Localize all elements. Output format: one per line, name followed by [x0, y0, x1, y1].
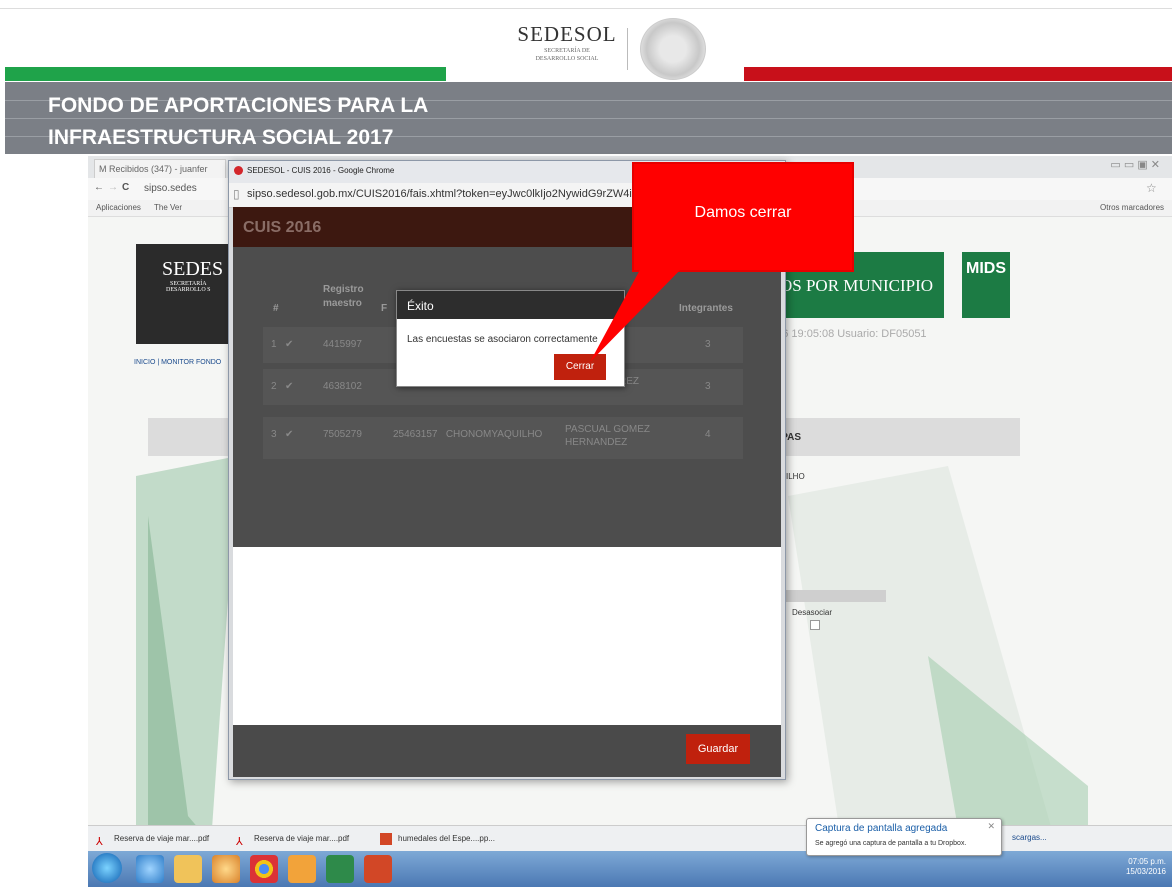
media-player-icon[interactable] — [212, 855, 240, 883]
desasociar-checkbox[interactable] — [810, 620, 820, 630]
mids-text: MIDS — [966, 260, 1006, 277]
row-registro: 7505279 — [323, 429, 362, 440]
background-url[interactable]: sipso.sedes — [144, 183, 197, 194]
row-integrantes: 3 — [705, 339, 711, 350]
bookmark-the-ver[interactable]: The Ver — [154, 203, 182, 212]
bg-logo-sub2: DESARROLLO S — [166, 287, 211, 293]
save-button[interactable]: Guardar — [686, 734, 750, 764]
bg-banner-text: OS POR MUNICIPIO — [780, 276, 934, 295]
row-registro: 4415997 — [323, 339, 362, 350]
logo-subtitle-2: DESARROLLO SOCIAL — [535, 56, 599, 62]
forward-icon[interactable]: → — [108, 182, 118, 193]
row-nombre: PASCUAL GOMEZ HERNANDEZ — [565, 424, 651, 448]
explorer-icon[interactable] — [174, 855, 202, 883]
star-icon[interactable]: ☆ — [1146, 181, 1157, 195]
download-item[interactable]: ⅄ Reserva de viaje mar....pdf — [92, 830, 246, 848]
col-header-number: # — [273, 303, 279, 314]
row-number: 3 — [271, 429, 277, 440]
bg-logo-title: SEDES — [162, 258, 224, 280]
dropbox-notification[interactable]: Captura de pantalla agregada ✕ Se agregó… — [806, 818, 1002, 856]
page-icon: ▯ — [233, 187, 240, 201]
top-divider — [0, 8, 1172, 9]
green-stripe — [5, 67, 446, 81]
pdf-icon: ⅄ — [96, 836, 103, 848]
background-sedesol-logo: SEDES SECRETARÍA DESARROLLO S — [136, 244, 232, 344]
slide-title: FONDO DE APORTACIONES PARA LA INFRAESTRU… — [48, 94, 429, 149]
chrome-icon[interactable] — [250, 855, 278, 883]
col-header-registro: Registro maestro — [323, 284, 364, 309]
close-icon[interactable]: ✕ — [987, 821, 995, 832]
outlook-icon[interactable] — [288, 855, 316, 883]
clock-date: 15/03/2016 — [1125, 867, 1166, 876]
row-integrantes: 3 — [705, 381, 711, 392]
row-checkbox-icon[interactable]: ✔ — [285, 381, 293, 392]
powerpoint-taskbar-icon[interactable] — [364, 855, 392, 883]
download-item[interactable]: humedales del Espe....pp... — [376, 830, 528, 848]
window-title: SEDESOL - CUIS 2016 - Google Chrome — [247, 166, 395, 175]
bookmark-other[interactable]: Otros marcadores — [1100, 203, 1164, 212]
red-stripe — [744, 67, 1172, 81]
download-label: Reserva de viaje mar....pdf — [254, 834, 350, 843]
row-registro: 4638102 — [323, 381, 362, 392]
callout-text: Damos cerrar — [694, 204, 792, 221]
download-label: humedales del Espe....pp... — [398, 834, 495, 843]
download-label: Reserva de viaje mar....pdf — [114, 834, 210, 843]
table-row[interactable]: 3 ✔ 7505279 25463157 CHONOMYAQUILHO PASC… — [263, 417, 743, 459]
bookmark-apps[interactable]: Aplicaciones — [96, 203, 141, 212]
logo-separator — [627, 28, 628, 70]
row-integrantes: 4 — [705, 429, 711, 440]
annotation-callout: Damos cerrar — [632, 162, 854, 272]
clock-time: 07:05 p.m. — [1128, 857, 1166, 866]
pdf-icon: ⅄ — [236, 836, 243, 848]
background-header-cell — [778, 590, 886, 602]
download-item[interactable]: ⅄ Reserva de viaje mar....pdf — [232, 830, 386, 848]
national-seal-icon — [640, 18, 706, 80]
ie-icon[interactable] — [136, 855, 164, 883]
desasociar-label: Desasociar — [792, 608, 833, 617]
downloads-bar: ⅄ Reserva de viaje mar....pdf ⅄ Reserva … — [88, 825, 1172, 852]
dialog-title: Éxito — [407, 299, 434, 313]
reload-icon[interactable]: C — [122, 182, 129, 193]
mids-logo: MIDS — [962, 252, 1010, 318]
row-checkbox-icon[interactable]: ✔ — [285, 429, 293, 440]
row-folio-localidad: 25463157 CHONOMYAQUILHO — [393, 429, 543, 440]
app-title: CUIS 2016 — [243, 219, 322, 236]
toast-body: Se agregó una captura de pantalla a tu D… — [815, 840, 967, 847]
system-clock[interactable]: 07:05 p.m. 15/03/2016 — [1126, 857, 1166, 877]
sedesol-logo: SEDESOL SECRETARÍA DE DESARROLLO SOCIAL — [512, 22, 622, 63]
window-controls-icon[interactable]: ▭ ▭ ▣ ✕ — [1110, 158, 1160, 171]
row-number: 1 — [271, 339, 277, 350]
start-button-icon[interactable] — [92, 853, 122, 883]
back-icon[interactable]: ← — [94, 182, 104, 193]
dialog-message: Las encuestas se asociaron correctamente — [407, 334, 598, 345]
row-number: 2 — [271, 381, 277, 392]
logo-title: SEDESOL — [517, 22, 617, 46]
background-datetime: 016 19:05:08 Usuario: DF05051 — [770, 328, 927, 340]
powerpoint-icon — [380, 833, 392, 845]
show-all-downloads-link[interactable]: scargas... — [1012, 833, 1047, 842]
callout-pointer — [590, 266, 684, 362]
taskbar: 07:05 p.m. 15/03/2016 — [88, 851, 1172, 887]
background-tab-gmail[interactable]: M Recibidos (347) - juanfer — [94, 159, 226, 178]
logo-subtitle-1: SECRETARÍA DE — [544, 48, 590, 54]
row-checkbox-icon[interactable]: ✔ — [285, 339, 293, 350]
col-header-f: F — [381, 303, 388, 314]
background-breadcrumb[interactable]: INICIO | MONITOR FONDO — [134, 359, 221, 366]
url-field[interactable]: sipso.sedesol.gob.mx/CUIS2016/fais.xhtml… — [247, 188, 640, 200]
toast-title: Captura de pantalla agregada — [815, 823, 948, 834]
sedesol-favicon-icon — [234, 166, 243, 175]
excel-icon[interactable] — [326, 855, 354, 883]
